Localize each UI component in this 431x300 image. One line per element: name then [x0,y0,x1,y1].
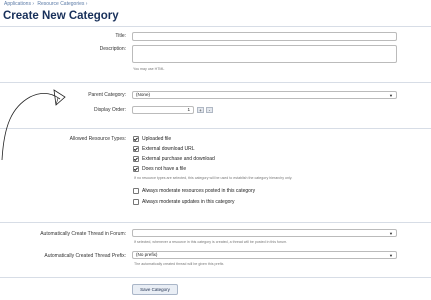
breadcrumb: Applications › Resource Categories › [4,1,89,7]
description-label: Description: [99,46,126,52]
checkbox[interactable] [133,188,139,194]
breadcrumb-applications[interactable]: Applications › [4,1,34,7]
moderate-resources-option[interactable]: Always moderate resources posted in this… [133,188,255,194]
checkbox[interactable] [133,166,139,172]
type-uploaded-file[interactable]: Uploaded file [133,136,171,142]
thread-forum-hint: If selected, whenever a resource in this… [134,240,288,244]
title-divider [0,26,431,27]
thread-prefix-hint: The automatically created thread will be… [134,262,225,266]
increment-button[interactable]: + [197,107,204,113]
checkbox[interactable] [133,146,139,152]
title-input[interactable] [132,32,397,41]
section-divider [0,82,431,83]
thread-forum-select[interactable]: ▼ [132,229,397,237]
description-textarea[interactable] [132,45,397,63]
section-divider [0,222,431,223]
title-label: Title: [115,33,126,39]
types-hint: If no resource types are selected, this … [134,176,293,180]
chevron-down-icon: ▼ [389,93,393,98]
section-divider [0,277,431,278]
decrement-button[interactable]: - [206,107,213,113]
thread-forum-label: Automatically Create Thread in Forum: [40,231,126,237]
parent-category-select[interactable]: (None) ▼ [132,91,397,99]
chevron-down-icon: ▼ [389,231,393,236]
checkbox[interactable] [133,156,139,162]
description-hint: You may use HTML [133,67,165,71]
type-external-url[interactable]: External download URL [133,146,195,152]
page-title: Create New Category [3,10,119,22]
save-category-button[interactable]: Save Category [132,284,178,295]
type-no-file[interactable]: Does not have a file [133,166,186,172]
hand-drawn-arrow-annotation [1,89,66,161]
type-external-purchase[interactable]: External purchase and download [133,156,215,162]
moderate-updates-option[interactable]: Always moderate updates in this category [133,199,235,205]
checkbox[interactable] [133,199,139,205]
display-order-input[interactable]: 1 [132,106,194,114]
breadcrumb-resource-categories[interactable]: Resource Categories › [37,1,87,7]
checkbox[interactable] [133,136,139,142]
thread-prefix-select[interactable]: (No prefix) ▼ [132,251,397,259]
chevron-down-icon: ▼ [389,253,393,258]
thread-prefix-label: Automatically Created Thread Prefix: [44,253,126,259]
